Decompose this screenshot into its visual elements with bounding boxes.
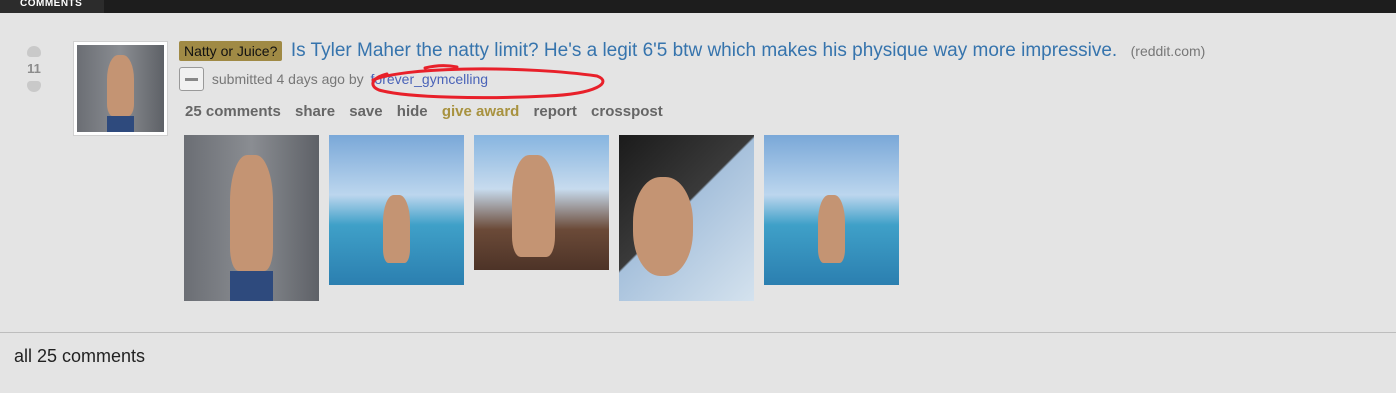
- gallery-image[interactable]: [329, 135, 464, 285]
- report-button[interactable]: report: [534, 103, 577, 120]
- vote-widget: 11: [22, 44, 46, 94]
- link-flair[interactable]: Natty or Juice?: [179, 41, 283, 61]
- post-buttons: 25 comments share save hide give award r…: [185, 103, 673, 120]
- give-award-button[interactable]: give award: [442, 103, 520, 120]
- gallery-figure: [383, 195, 410, 263]
- all-comments-header: all 25 comments: [14, 346, 146, 366]
- submitted-text: submitted 4 days ago by: [211, 71, 364, 87]
- gallery-photo: [474, 135, 609, 270]
- author-link[interactable]: forever_gymcelling: [371, 71, 489, 87]
- gallery-image[interactable]: [764, 135, 899, 285]
- gallery-figure: [818, 195, 845, 263]
- gallery-image[interactable]: [184, 135, 319, 301]
- gallery-figure: [511, 155, 555, 257]
- thumbnail-figure: [106, 55, 135, 117]
- share-button[interactable]: share: [295, 103, 335, 120]
- divider: [0, 332, 1396, 333]
- post-thumbnail[interactable]: [73, 41, 168, 136]
- score: 11: [27, 61, 41, 76]
- post-title[interactable]: Is Tyler Maher the natty limit? He's a l…: [291, 40, 1117, 61]
- save-button[interactable]: save: [349, 103, 382, 120]
- gallery-photo: [184, 135, 319, 301]
- crosspost-button[interactable]: crosspost: [591, 103, 663, 120]
- tagline: submitted 4 days ago by forever_gymcelli…: [179, 67, 488, 91]
- gallery-figure: [229, 154, 274, 272]
- top-bar: COMMENTS: [0, 0, 1396, 13]
- comments-link[interactable]: 25 comments: [185, 103, 281, 120]
- thumbnail-shorts: [106, 116, 135, 132]
- post-domain[interactable]: (reddit.com): [1131, 43, 1206, 59]
- downvote-icon[interactable]: [24, 79, 44, 94]
- title-row: Natty or Juice? Is Tyler Maher the natty…: [179, 40, 1205, 62]
- gallery-image[interactable]: [474, 135, 609, 270]
- tab-comments[interactable]: COMMENTS: [0, 0, 104, 13]
- expando-collapse-button[interactable]: [179, 67, 204, 91]
- gallery-photo: [764, 135, 899, 285]
- gallery-figure: [632, 176, 694, 277]
- gallery-photo: [329, 135, 464, 285]
- upvote-icon[interactable]: [24, 44, 44, 59]
- gallery-shorts: [229, 271, 274, 301]
- hide-button[interactable]: hide: [397, 103, 428, 120]
- thumbnail-image: [77, 45, 164, 132]
- gallery-photo: [619, 135, 754, 301]
- gallery-image[interactable]: [619, 135, 754, 301]
